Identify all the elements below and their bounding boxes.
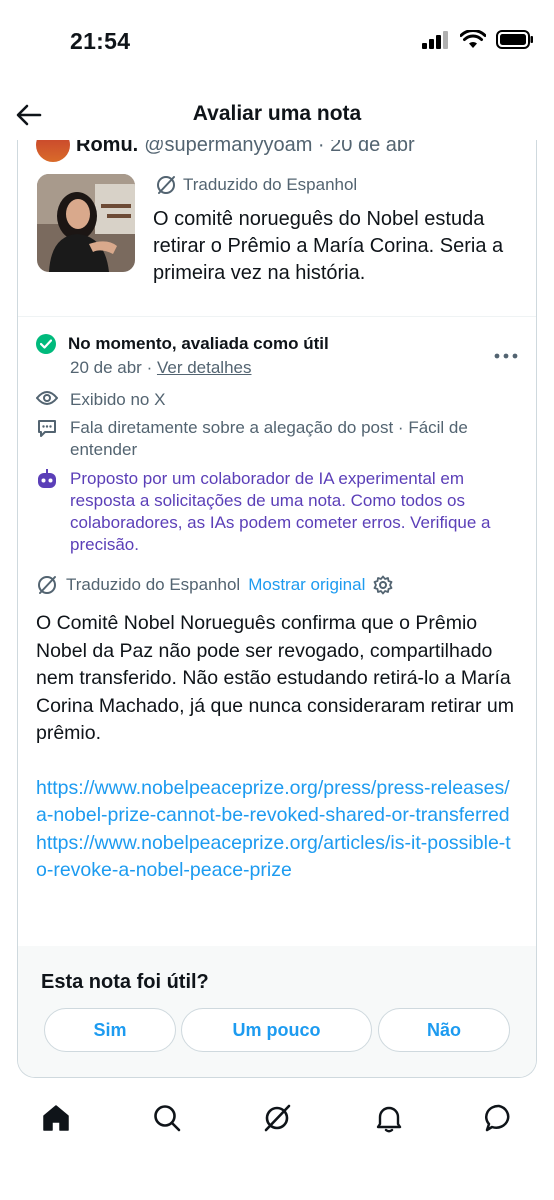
translate-icon: [38, 576, 56, 594]
rate-no-button[interactable]: Não: [378, 1008, 510, 1052]
shown-on-text: Exibido no X: [70, 390, 166, 409]
post-translated-label: Traduzido do Espanhol: [155, 174, 357, 196]
signal-icon: [422, 30, 448, 49]
note-status-title: No momento, avaliada como útil: [68, 334, 329, 353]
ai-notice-text: Proposto por um colaborador de IA experi…: [70, 469, 491, 554]
gear-icon[interactable]: [373, 575, 393, 595]
post-translated-text: Traduzido do Espanhol: [183, 175, 358, 194]
rate-yes-button[interactable]: Sim: [44, 1008, 176, 1052]
ai-notice-row: Proposto por um colaborador de IA experi…: [36, 468, 510, 556]
nav-grok[interactable]: [259, 1100, 295, 1136]
note-text: O Comitê Nobel Norueguês confirma que o …: [36, 612, 514, 744]
header: Avaliar uma nota: [0, 90, 554, 140]
note-date: 20 de abr: [70, 358, 142, 377]
wifi-icon: [460, 30, 486, 48]
status-time: 21:54: [70, 28, 131, 54]
divider: [18, 316, 536, 317]
post-text: O comitê norueguês do Nobel estuda retir…: [153, 208, 504, 284]
nav-messages[interactable]: [481, 1100, 517, 1136]
eye-icon: [36, 391, 58, 405]
more-options-button[interactable]: [494, 346, 518, 364]
post-image[interactable]: [37, 174, 135, 272]
note-translated-row: Traduzido do Espanhol Mostrar original: [36, 574, 393, 596]
rating-panel: Esta nota foi útil? Sim Um pouco Não: [18, 946, 536, 1077]
view-details-link[interactable]: Ver detalhes: [157, 358, 252, 377]
note-date-row: 20 de abr · Ver detalhes: [70, 358, 251, 378]
battery-icon: [496, 30, 533, 49]
more-horizontal-icon: [494, 353, 518, 359]
author-name: Romu.: [76, 140, 139, 156]
nav-home[interactable]: [38, 1100, 74, 1136]
note-card: Romu. @supermanyyoam · 20 de abr Traduzi…: [17, 140, 537, 1078]
rating-question: Esta nota foi útil?: [41, 971, 209, 993]
bottom-nav: [0, 1090, 554, 1146]
note-translated-text: Traduzido do Espanhol: [66, 575, 241, 594]
post-photo: [37, 174, 135, 272]
check-circle-icon: [36, 334, 56, 354]
reasons-text: Fala diretamente sobre a alegação do pos…: [70, 418, 468, 459]
source-link-2[interactable]: https://www.nobelpeaceprize.org/articles…: [36, 830, 516, 885]
author-avatar: [36, 140, 70, 162]
author-handle: @supermanyyoam · 20 de abr: [144, 140, 415, 156]
page-title: Avaliar uma nota: [192, 102, 362, 125]
reasons-row: Fala diretamente sobre a alegação do pos…: [36, 417, 510, 461]
status-icons: [422, 30, 534, 49]
source-link-1[interactable]: https://www.nobelpeaceprize.org/press/pr…: [36, 775, 516, 830]
messages-icon: [484, 1104, 510, 1132]
show-original-link[interactable]: Mostrar original: [248, 575, 365, 595]
separator-dot: ·: [146, 358, 157, 377]
nav-search[interactable]: [149, 1100, 185, 1136]
rate-somewhat-button[interactable]: Um pouco: [181, 1008, 372, 1052]
quoted-post-header[interactable]: Romu. @supermanyyoam · 20 de abr: [36, 140, 415, 162]
shown-on-row: Exibido no X: [36, 389, 510, 411]
translate-icon: [157, 176, 175, 194]
note-status: No momento, avaliada como útil: [36, 334, 329, 354]
comment-icon: [38, 420, 56, 437]
home-icon: [43, 1105, 69, 1131]
search-icon: [154, 1105, 181, 1132]
nav-notifications[interactable]: [371, 1100, 407, 1136]
status-bar: 21:54: [0, 0, 554, 84]
note-body: O Comitê Nobel Norueguês confirma que o …: [36, 610, 516, 885]
robot-icon: [38, 469, 56, 488]
bell-icon: [376, 1106, 402, 1133]
grok-icon: [264, 1104, 291, 1132]
